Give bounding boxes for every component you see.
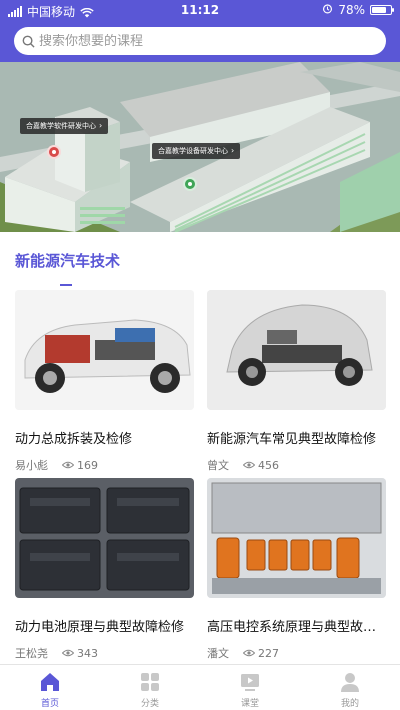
course-view-count: 456 (258, 458, 279, 472)
battery-icon (370, 5, 394, 15)
course-meta: 易小彪 169 (15, 457, 194, 473)
course-views: 343 (62, 647, 98, 660)
tab-classroom[interactable]: 课堂 (200, 665, 300, 710)
course-meta: 曾文 456 (207, 457, 386, 473)
battery-fill (372, 7, 387, 13)
bottom-tab-bar: 首页 分类 课堂 我的 (0, 664, 400, 710)
alarm-icon (322, 3, 333, 17)
course-views: 169 (62, 459, 98, 472)
course-thumbnail-powertrain (15, 290, 194, 410)
banner-image[interactable]: 合嘉教学软件研发中心 合嘉教学设备研发中心 (0, 62, 400, 232)
eye-icon (62, 461, 74, 469)
section-title-underline (60, 284, 72, 286)
course-view-count: 169 (77, 458, 98, 472)
course-author: 易小彪 (15, 459, 48, 472)
header: 中国移动 11:12 78% (0, 0, 400, 62)
section-title: 新能源汽车技术 (15, 252, 121, 270)
course-author: 王松尧 (15, 647, 48, 660)
course-author: 潘文 (207, 647, 229, 660)
course-card[interactable]: 动力电池原理与典型故障检修 王松尧 343 (15, 478, 194, 661)
course-thumbnail-ev-chassis (207, 290, 386, 410)
video-icon (241, 674, 259, 691)
tab-home[interactable]: 首页 (0, 665, 100, 710)
tab-label: 课堂 (240, 699, 259, 709)
course-card[interactable]: 动力总成拆装及检修 易小彪 169 (15, 290, 194, 473)
course-title: 动力电池原理与典型故障检修 (15, 620, 185, 635)
course-title: 动力总成拆装及检修 (15, 432, 133, 447)
eye-icon (243, 461, 255, 469)
search-icon (22, 35, 35, 48)
course-views: 227 (243, 647, 279, 660)
map-pin-green-icon (183, 177, 197, 191)
search-bar[interactable] (14, 27, 386, 55)
eye-icon (243, 649, 255, 657)
status-bar: 中国移动 11:12 78% (0, 0, 400, 22)
eye-icon (62, 649, 74, 657)
course-meta: 王松尧 343 (15, 645, 194, 661)
home-icon (41, 673, 59, 691)
course-card[interactable]: 高压电控系统原理与典型故障检修 潘文 227 (207, 478, 386, 661)
map-pin-red-icon (47, 145, 61, 159)
tab-label: 分类 (140, 699, 159, 709)
course-view-count: 343 (77, 646, 98, 660)
course-view-count: 227 (258, 646, 279, 660)
course-thumbnail-hv-controller (207, 478, 386, 598)
course-title: 高压电控系统原理与典型故障检修 (207, 620, 386, 635)
course-meta: 潘文 227 (207, 645, 386, 661)
course-views: 456 (243, 459, 279, 472)
search-input[interactable] (39, 33, 369, 49)
tab-mine[interactable]: 我的 (300, 665, 400, 710)
grid-icon (141, 673, 159, 691)
course-card[interactable]: 新能源汽车常见典型故障检修 曾文 456 (207, 290, 386, 473)
tab-label: 首页 (40, 699, 59, 709)
battery-percent: 78% (338, 3, 365, 17)
course-title: 新能源汽车常见典型故障检修 (207, 432, 377, 447)
banner-label-software-center[interactable]: 合嘉教学软件研发中心 (20, 118, 109, 134)
tab-category[interactable]: 分类 (100, 665, 200, 710)
status-right: 78% (322, 3, 394, 17)
course-author: 曾文 (207, 459, 229, 472)
course-thumbnail-battery-pack (15, 478, 194, 598)
user-icon (341, 673, 359, 692)
banner-label-equipment-center[interactable]: 合嘉教学设备研发中心 (152, 143, 241, 159)
tab-label: 我的 (340, 699, 359, 709)
